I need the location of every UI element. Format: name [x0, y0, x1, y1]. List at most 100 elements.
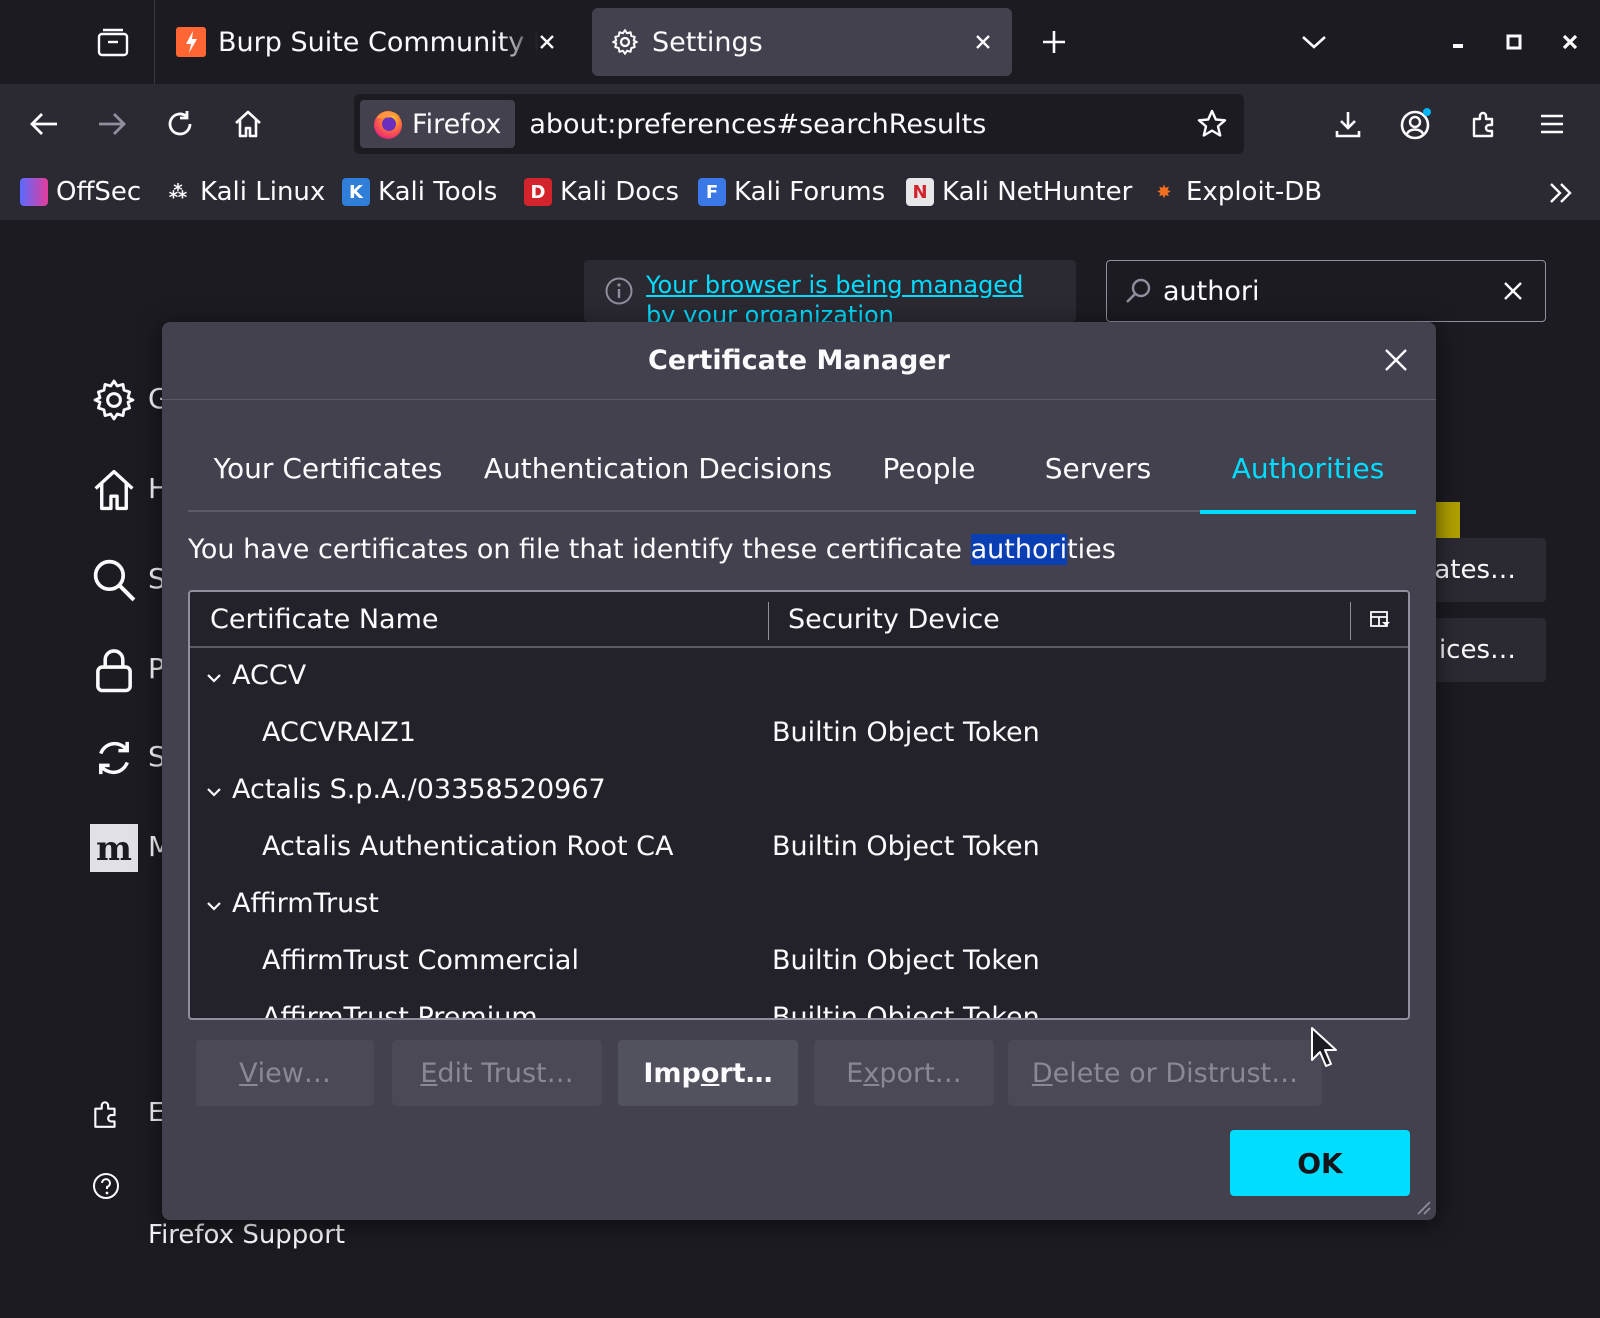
gear-icon [610, 27, 640, 57]
certificate-name: ACCV [232, 660, 307, 691]
delete-or-distrust-button[interactable]: Delete or Distrust… [1008, 1040, 1322, 1106]
description-text-end: ties [1067, 534, 1116, 565]
app-menu-button[interactable] [1530, 102, 1574, 146]
account-icon [1400, 108, 1431, 140]
reload-button[interactable] [158, 102, 202, 146]
firefox-logo-icon [374, 111, 402, 139]
navigation-toolbar: Firefox about:preferences#searchResults [0, 84, 1600, 164]
url-bar[interactable]: Firefox about:preferences#searchResults [354, 94, 1244, 154]
category-search[interactable] [84, 550, 144, 610]
close-tab-icon[interactable] [532, 27, 562, 57]
tab-authorities[interactable]: Authorities [1200, 440, 1416, 514]
bookmark-kali-docs[interactable]: D Kali Docs [524, 174, 679, 210]
tab-servers[interactable]: Servers [1018, 440, 1178, 512]
category-general[interactable] [84, 370, 144, 430]
certificate-tree[interactable]: Certificate Name Security Device ACCV AC… [188, 590, 1410, 1020]
policies-link[interactable]: Your browser is being managed by your or… [646, 270, 1046, 322]
extensions-themes-link[interactable] [86, 1094, 126, 1134]
kali-tools-icon: K [342, 178, 370, 206]
maximize-button[interactable] [1496, 24, 1532, 60]
tree-row[interactable]: ACCVRAIZ1 Builtin Object Token [190, 705, 1408, 762]
column-splitter[interactable] [1350, 602, 1351, 640]
category-more-from-mozilla[interactable]: m [84, 818, 144, 878]
tree-row-group[interactable]: ACCV [190, 648, 1408, 705]
bookmark-label: Kali Forums [734, 177, 886, 207]
bookmarks-overflow-button[interactable] [1544, 176, 1578, 210]
dialog-title: Certificate Manager [162, 322, 1436, 400]
import-button[interactable]: Imp o rt… [618, 1040, 798, 1106]
tab-your-certificates[interactable]: Your Certificates [200, 440, 456, 512]
category-home[interactable] [84, 460, 144, 520]
svg-text:m: m [96, 829, 132, 869]
tree-row[interactable]: Actalis Authentication Root CA Builtin O… [190, 819, 1408, 876]
help-icon [93, 1173, 119, 1199]
column-picker-button[interactable] [1366, 606, 1394, 634]
category-privacy[interactable] [84, 640, 144, 700]
tree-row-group[interactable]: Actalis S.p.A./03358520967 [190, 762, 1408, 819]
accesskey: V [239, 1057, 258, 1089]
column-security-device[interactable]: Security Device [788, 592, 1000, 648]
certificate-tabs: Your Certificates Authentication Decisio… [188, 440, 1416, 514]
url-text[interactable]: about:preferences#searchResults [529, 109, 986, 140]
bookmark-kali-linux[interactable]: ⁂ Kali Linux [164, 174, 326, 210]
column-certificate-name[interactable]: Certificate Name [210, 592, 439, 648]
sync-icon [99, 741, 129, 775]
identity-box[interactable]: Firefox [360, 100, 516, 148]
home-button[interactable] [226, 102, 270, 146]
tree-row[interactable]: AffirmTrust Commercial Builtin Object To… [190, 933, 1408, 990]
bookmark-label: OffSec [56, 177, 142, 207]
edit-trust-button[interactable]: Edit Trust… [392, 1040, 602, 1106]
tab-people[interactable]: People [862, 440, 996, 512]
list-all-tabs-button[interactable] [1294, 22, 1334, 62]
tab-authentication-decisions[interactable]: Authentication Decisions [478, 440, 838, 512]
bookmark-kali-nethunter[interactable]: N Kali NetHunter [906, 174, 1132, 210]
back-button[interactable] [22, 102, 66, 146]
extensions-button[interactable] [1462, 102, 1506, 146]
tab-strip: Burp Suite Community Ed Settings [0, 0, 1600, 84]
downloads-button[interactable] [1326, 102, 1370, 146]
firefox-view-button[interactable] [88, 20, 138, 64]
accesskey: E [420, 1057, 438, 1089]
chevron-double-right-icon [1550, 183, 1572, 203]
bookmark-exploit-db[interactable]: ✸ Exploit-DB [1150, 174, 1322, 210]
tree-row[interactable]: AffirmTrust Premium Builtin Object Token [190, 990, 1408, 1018]
chevron-down-icon[interactable] [204, 668, 224, 688]
info-icon [605, 277, 633, 305]
ok-button[interactable]: OK [1230, 1130, 1410, 1196]
accesskey: o [700, 1057, 720, 1089]
search-icon [1126, 278, 1151, 303]
puzzle-piece-icon [94, 1101, 116, 1128]
mozilla-icon: m [90, 824, 138, 872]
bookmarks-toolbar: OffSec ⁂ Kali Linux K Kali Tools D Kali … [0, 164, 1600, 220]
clear-search-icon[interactable] [1499, 277, 1527, 305]
support-link[interactable] [86, 1166, 126, 1206]
tab-burp-suite[interactable]: Burp Suite Community Ed [158, 8, 576, 76]
category-sync[interactable] [84, 728, 144, 788]
minimize-button[interactable] [1440, 24, 1476, 60]
column-splitter[interactable] [768, 602, 769, 640]
chevron-down-icon[interactable] [204, 782, 224, 802]
bookmark-star-button[interactable] [1194, 106, 1230, 142]
resize-grip-icon[interactable] [1414, 1198, 1432, 1216]
chevron-down-icon[interactable] [204, 896, 224, 916]
close-window-button[interactable] [1552, 24, 1588, 60]
tab-settings[interactable]: Settings [592, 8, 1012, 76]
view-button[interactable]: View… [196, 1040, 374, 1106]
bookmark-kali-forums[interactable]: F Kali Forums [698, 174, 885, 210]
settings-search-input[interactable]: authori [1106, 260, 1546, 322]
bookmark-kali-tools[interactable]: K Kali Tools [342, 174, 497, 210]
search-value: authori [1163, 275, 1260, 307]
bookmark-label: Kali Docs [560, 177, 680, 207]
new-tab-button[interactable] [1034, 22, 1074, 62]
account-button[interactable] [1394, 102, 1438, 146]
close-tab-icon[interactable] [968, 27, 998, 57]
tree-header: Certificate Name Security Device [190, 592, 1408, 648]
button-label: elete or Distrust… [1052, 1057, 1299, 1089]
forward-button[interactable] [90, 102, 134, 146]
authorities-description: You have certificates on file that ident… [188, 534, 1116, 565]
tree-row-group[interactable]: AffirmTrust [190, 876, 1408, 933]
dialog-close-button[interactable] [1378, 342, 1414, 378]
close-icon [1385, 349, 1407, 371]
export-button[interactable]: Ex port… [814, 1040, 994, 1106]
bookmark-offsec[interactable]: OffSec [20, 174, 141, 210]
